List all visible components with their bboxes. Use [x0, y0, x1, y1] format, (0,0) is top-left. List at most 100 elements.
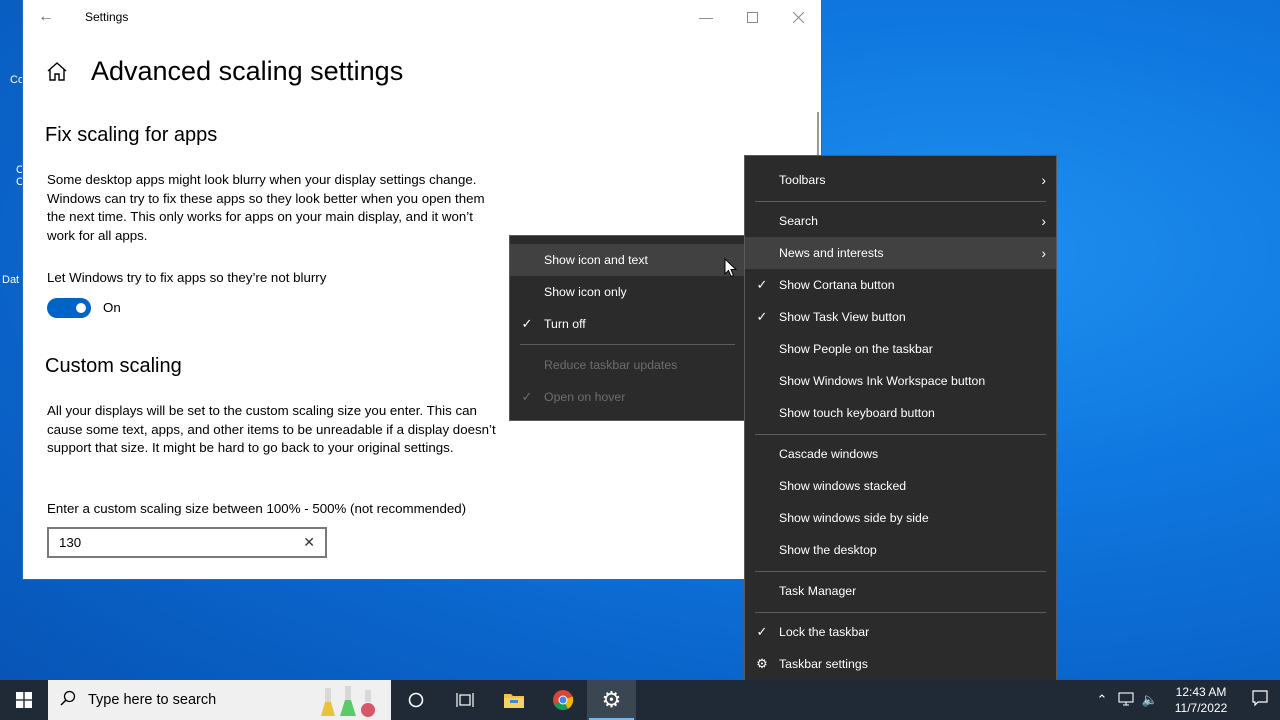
- start-button[interactable]: [0, 680, 48, 720]
- home-icon[interactable]: [45, 60, 69, 84]
- mouse-cursor-icon: [724, 258, 737, 278]
- clock-time: 12:43 AM: [1175, 685, 1227, 699]
- desktop-icon-sliver[interactable]: Co: [0, 36, 25, 86]
- fix-scaling-heading: Fix scaling for apps: [45, 124, 218, 146]
- fix-scaling-description: Some desktop apps might look blurry when…: [47, 172, 485, 243]
- menu-item-show-icon-only[interactable]: Show icon only: [510, 276, 745, 308]
- back-arrow-icon[interactable]: ←: [23, 8, 69, 26]
- menu-item-search[interactable]: Search ›: [745, 205, 1056, 237]
- gear-icon: ⚙: [756, 656, 768, 671]
- windows-logo-icon: [16, 692, 32, 708]
- chevron-right-icon: ›: [1041, 245, 1046, 261]
- search-placeholder: Type here to search: [88, 692, 217, 708]
- show-hidden-icons-chevron-icon[interactable]: ⌃: [1090, 692, 1114, 708]
- desktop-icon-partial-label: Dat: [2, 274, 20, 286]
- maximize-button[interactable]: [729, 0, 775, 34]
- minimize-button[interactable]: —: [683, 0, 729, 34]
- menu-item-toolbars[interactable]: Toolbars ›: [745, 164, 1056, 196]
- custom-scaling-input[interactable]: [59, 535, 279, 550]
- settings-gear-icon: ⚙: [601, 687, 622, 712]
- file-explorer-button[interactable]: [489, 680, 538, 720]
- chevron-right-icon: ›: [1041, 213, 1046, 229]
- cortana-button[interactable]: [391, 680, 440, 720]
- menu-item-show-task-view-button[interactable]: ✓ Show Task View button: [745, 301, 1056, 333]
- checkmark-icon: ✓: [756, 277, 768, 292]
- checkmark-icon: ✓: [756, 624, 768, 639]
- menu-item-news-and-interests[interactable]: News and interests ›: [745, 237, 1056, 269]
- menu-item-label: Open on hover: [544, 390, 626, 404]
- chrome-button[interactable]: [538, 680, 587, 720]
- menu-item-show-cortana-button[interactable]: ✓ Show Cortana button: [745, 269, 1056, 301]
- menu-item-label: Show touch keyboard button: [779, 406, 935, 420]
- menu-item-label: Show the desktop: [779, 543, 877, 557]
- menu-item-show-windows-stacked[interactable]: Show windows stacked: [745, 470, 1056, 502]
- menu-item-open-on-hover: ✓ Open on hover: [510, 381, 745, 413]
- title-bar: ← Settings —: [23, 0, 821, 34]
- menu-item-cascade-windows[interactable]: Cascade windows: [745, 438, 1056, 470]
- window-controls: —: [683, 0, 821, 34]
- menu-item-label: Toolbars: [779, 173, 826, 187]
- menu-separator: [755, 612, 1046, 613]
- desktop-icon-sliver[interactable]: C C: [0, 120, 24, 188]
- network-icon[interactable]: [1114, 691, 1138, 709]
- close-icon: [792, 11, 804, 23]
- custom-scaling-description: All your displays will be set to the cus…: [47, 403, 496, 456]
- file-explorer-icon: [503, 694, 524, 708]
- menu-separator: [520, 344, 735, 345]
- menu-item-taskbar-settings[interactable]: ⚙ Taskbar settings: [745, 648, 1056, 680]
- menu-item-label: Show windows stacked: [779, 479, 907, 493]
- desktop-icon-sliver[interactable]: Dat: [0, 230, 22, 286]
- menu-separator: [755, 434, 1046, 435]
- news-interests-submenu: Show icon and text Show icon only ✓ Turn…: [509, 235, 746, 421]
- notification-center-icon[interactable]: [1240, 689, 1280, 711]
- menu-item-label: Turn off: [544, 317, 586, 331]
- chrome-icon: [552, 690, 573, 711]
- menu-item-label: Show Cortana button: [779, 278, 895, 292]
- system-tray: ⌃ 🔈 12:43 AM 11/7/2022: [1090, 680, 1280, 720]
- menu-item-show-touch-keyboard[interactable]: Show touch keyboard button: [745, 397, 1056, 429]
- menu-item-label: Search: [779, 214, 818, 228]
- chevron-right-icon: ›: [1041, 172, 1046, 188]
- menu-item-show-the-desktop[interactable]: Show the desktop: [745, 534, 1056, 566]
- menu-item-show-ink-workspace[interactable]: Show Windows Ink Workspace button: [745, 365, 1056, 397]
- cortana-icon: [408, 692, 423, 708]
- menu-item-task-manager[interactable]: Task Manager: [745, 575, 1056, 607]
- menu-separator: [755, 571, 1046, 572]
- menu-item-label: Taskbar settings: [779, 657, 868, 671]
- menu-item-lock-the-taskbar[interactable]: ✓ Lock the taskbar: [745, 616, 1056, 648]
- menu-item-show-windows-side-by-side[interactable]: Show windows side by side: [745, 502, 1056, 534]
- taskbar: Type here to search ⚙ ⌃ 🔈 12:43 AM 11/7/…: [0, 680, 1280, 720]
- custom-scaling-input-label: Enter a custom scaling size between 100%…: [47, 501, 467, 516]
- fix-apps-toggle-state: On: [103, 300, 121, 315]
- menu-item-label: Reduce taskbar updates: [544, 358, 678, 372]
- menu-item-label: News and interests: [779, 246, 884, 260]
- checkmark-icon: ✓: [756, 309, 768, 324]
- menu-item-reduce-taskbar-updates: Reduce taskbar updates: [510, 349, 745, 381]
- menu-item-show-icon-and-text[interactable]: Show icon and text: [510, 244, 745, 276]
- menu-item-show-people[interactable]: Show People on the taskbar: [745, 333, 1056, 365]
- menu-item-turn-off[interactable]: ✓ Turn off: [510, 308, 745, 340]
- close-button[interactable]: [775, 0, 821, 34]
- volume-icon[interactable]: 🔈: [1138, 692, 1162, 708]
- page-header: Advanced scaling settings: [45, 56, 403, 87]
- maximize-icon: [746, 11, 758, 23]
- custom-scaling-input-box: ✕: [47, 527, 327, 558]
- fix-apps-toggle[interactable]: [47, 298, 91, 318]
- menu-item-label: Lock the taskbar: [779, 625, 870, 639]
- clock[interactable]: 12:43 AM 11/7/2022: [1166, 684, 1236, 716]
- science-flasks-icon: [321, 686, 375, 717]
- page-title: Advanced scaling settings: [91, 56, 404, 86]
- menu-item-label: Task Manager: [779, 584, 857, 598]
- desktop-icon-partial-label: Co: [10, 74, 25, 86]
- clear-input-icon[interactable]: ✕: [303, 529, 315, 556]
- clock-date: 11/7/2022: [1174, 701, 1228, 715]
- settings-app-button[interactable]: ⚙: [587, 680, 636, 720]
- search-icon: [48, 690, 88, 711]
- window-title: Settings: [85, 10, 129, 24]
- task-view-icon: [455, 693, 474, 707]
- taskbar-search-box[interactable]: Type here to search: [48, 680, 391, 720]
- fix-apps-toggle-label: Let Windows try to fix apps so they’re n…: [47, 270, 327, 285]
- task-view-button[interactable]: [440, 680, 489, 720]
- menu-separator: [755, 201, 1046, 202]
- taskbar-context-menu: Toolbars › Search › News and interests ›…: [744, 155, 1057, 689]
